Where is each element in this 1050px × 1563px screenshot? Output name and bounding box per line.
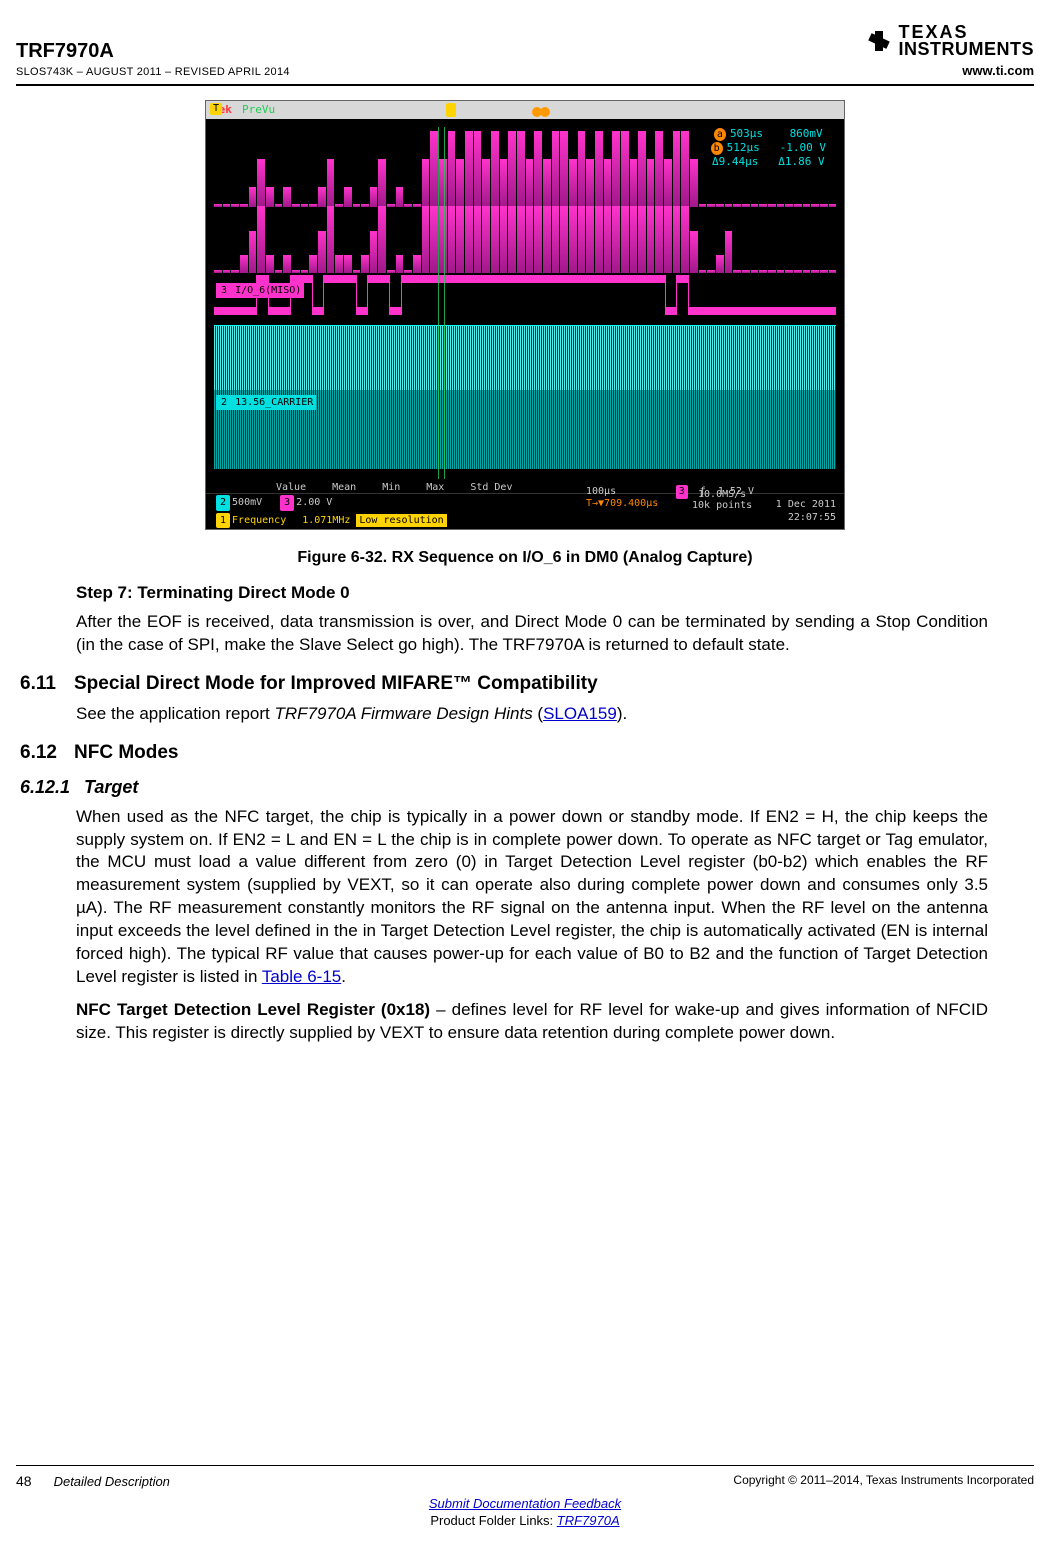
section-6-12-1-heading: 6.12.1Target <box>20 775 988 799</box>
ch3-trace-label: 3 I/O_6(MISO) <box>216 283 304 299</box>
ch1-value: 1.071MHz <box>302 514 350 528</box>
analog-burst-mid <box>214 203 836 273</box>
submit-feedback-link[interactable]: Submit Documentation Feedback <box>429 1496 621 1511</box>
ch2-trace-label: 2 13.56_CARRIER <box>216 395 316 411</box>
trigger-info: 3 ƒ 1.52 V <box>676 485 754 499</box>
figure-block: Tek PreVu T <box>16 100 1034 569</box>
page-footer: 48 Detailed Description Copyright © 2011… <box>16 1465 1034 1530</box>
scope-mode: PreVu <box>242 103 275 118</box>
page-header: TRF7970A SLOS743K – AUGUST 2011 – REVISE… <box>16 24 1034 86</box>
scope-menubar <box>206 101 844 119</box>
v-cursor-a <box>438 127 439 479</box>
section-6-11-paragraph: See the application report TRF7970A Firm… <box>76 703 988 726</box>
header-left: TRF7970A SLOS743K – AUGUST 2011 – REVISE… <box>16 38 290 80</box>
ch1-note: Low resolution <box>356 514 446 528</box>
footer-section: Detailed Description <box>54 1473 170 1491</box>
table-6-15-link[interactable]: Table 6-15 <box>262 967 341 986</box>
copyright-text: Copyright © 2011–2014, Texas Instruments… <box>733 1472 1034 1491</box>
ch2-scale: 500mV <box>232 496 262 510</box>
ti-logo-icon <box>865 27 893 55</box>
cursor-readout: 503µs 860mV 512µs -1.00 V Δ9.44µs Δ1.86 … <box>703 123 834 174</box>
page-body: Step 7: Terminating Direct Mode 0 After … <box>16 582 1034 1045</box>
doc-reference: SLOS743K – AUGUST 2011 – REVISED APRIL 2… <box>16 65 290 80</box>
scope-footer: Value Mean Min Max Std Dev 2500mV 32.00 … <box>206 479 844 529</box>
ch1-name: Frequency <box>232 514 286 528</box>
cursor-marker-yellow <box>446 103 456 117</box>
section-6-12-1-p1: When used as the NFC target, the chip is… <box>76 806 988 990</box>
step7-paragraph: After the EOF is received, data transmis… <box>76 611 988 657</box>
trigger-delay: T→▼709.400µs <box>586 497 658 511</box>
product-name: TRF7970A <box>16 38 290 65</box>
logo-line2: INSTRUMENTS <box>899 41 1035 58</box>
measurement-headers: Value Mean Min Max Std Dev <box>276 481 512 495</box>
product-folder-link[interactable]: TRF7970A <box>557 1513 620 1528</box>
trigger-marker: T <box>210 103 222 115</box>
v-cursor-b <box>444 127 445 479</box>
ch2-badge: 2 <box>216 495 230 511</box>
step7-heading: Step 7: Terminating Direct Mode 0 <box>76 582 988 605</box>
section-6-12-1-p2: NFC Target Detection Level Register (0x1… <box>76 999 988 1045</box>
header-right: TEXAS INSTRUMENTS www.ti.com <box>865 24 1035 80</box>
ch1-badge: 1 <box>216 513 230 529</box>
ch3-badge: 3 <box>280 495 294 511</box>
header-url: www.ti.com <box>865 62 1035 80</box>
page-number: 48 <box>16 1472 32 1491</box>
ti-logo: TEXAS INSTRUMENTS <box>865 24 1035 58</box>
section-6-11-heading: 6.11Special Direct Mode for Improved MIF… <box>20 671 988 697</box>
sloa159-link[interactable]: SLOA159 <box>543 704 617 723</box>
oscilloscope-screenshot: Tek PreVu T <box>205 100 845 530</box>
digital-miso-trace <box>214 275 836 315</box>
ch3-scale: 2.00 V <box>296 496 332 510</box>
scope-timestamp: 1 Dec 2011 22:07:55 <box>776 498 836 525</box>
section-6-12-heading: 6.12NFC Modes <box>20 740 988 766</box>
cursor-marker-b <box>540 107 550 117</box>
figure-caption: Figure 6-32. RX Sequence on I/O_6 in DM0… <box>16 547 1034 569</box>
product-links-line: Product Folder Links: TRF7970A <box>16 1512 1034 1530</box>
